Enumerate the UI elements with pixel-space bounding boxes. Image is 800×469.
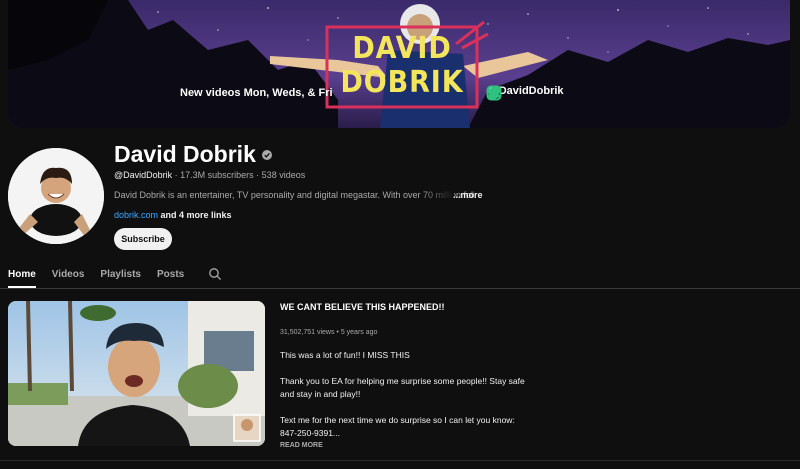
description-more-link[interactable]: ...more [453,190,483,200]
channel-links: dobrik.com and 4 more links [114,210,232,220]
banner-title-line: DAVID [352,31,452,66]
tab-videos[interactable]: Videos [52,262,85,286]
tab-playlists[interactable]: Playlists [100,262,141,286]
twitter-icon [487,87,501,99]
channel-name: David Dobrik [114,141,272,168]
banner-title: DAVID DOBRIK [327,27,477,107]
featured-video-title[interactable]: WE CANT BELIEVE THIS HAPPENED!! [280,302,530,312]
channel-banner: New videos Mon, Weds, & Fri DAVID DOBRIK… [8,0,790,128]
banner-title-line: DOBRIK [340,65,464,100]
channel-website-link[interactable]: dobrik.com [114,210,158,220]
banner-tagline: New videos Mon, Weds, & Fri [180,87,333,99]
read-more-button[interactable]: READ MORE [280,442,530,449]
description-paragraph: Thank you to EA for helping me surprise … [280,376,525,399]
section-divider [0,460,800,461]
featured-video-meta: 31,502,751 views • 5 years ago [280,329,378,336]
channel-handle: @DavidDobrik [114,170,173,180]
verified-icon [261,149,272,160]
search-icon[interactable] [208,267,222,281]
featured-video-thumbnail[interactable] [8,301,265,446]
subscribe-button[interactable]: Subscribe [114,228,172,250]
banner-social-row: @DavidDobrik [486,85,564,101]
channel-stats: · 17.3M subscribers · 538 videos [172,170,306,180]
avatar-image [8,148,104,244]
tabs-divider [0,288,800,289]
more-links-button[interactable]: and 4 more links [158,210,232,220]
channel-name-text: David Dobrik [114,141,256,167]
tab-posts[interactable]: Posts [157,262,184,286]
description-paragraph: Text me for the next time we do surprise… [280,415,515,438]
channel-tabs: Home Videos Playlists Posts [8,262,222,288]
channel-avatar[interactable] [8,148,104,244]
description-paragraph: This was a lot of fun!! I MISS THIS [280,350,410,360]
channel-meta: @DavidDobrik · 17.3M subscribers · 538 v… [114,170,305,180]
description-fade [420,188,454,202]
featured-video-description: This was a lot of fun!! I MISS THIS Than… [280,349,530,440]
tab-home[interactable]: Home [8,262,36,288]
thumbnail-image [8,301,265,446]
featured-video-info: WE CANT BELIEVE THIS HAPPENED!! 31,502,7… [280,302,530,449]
